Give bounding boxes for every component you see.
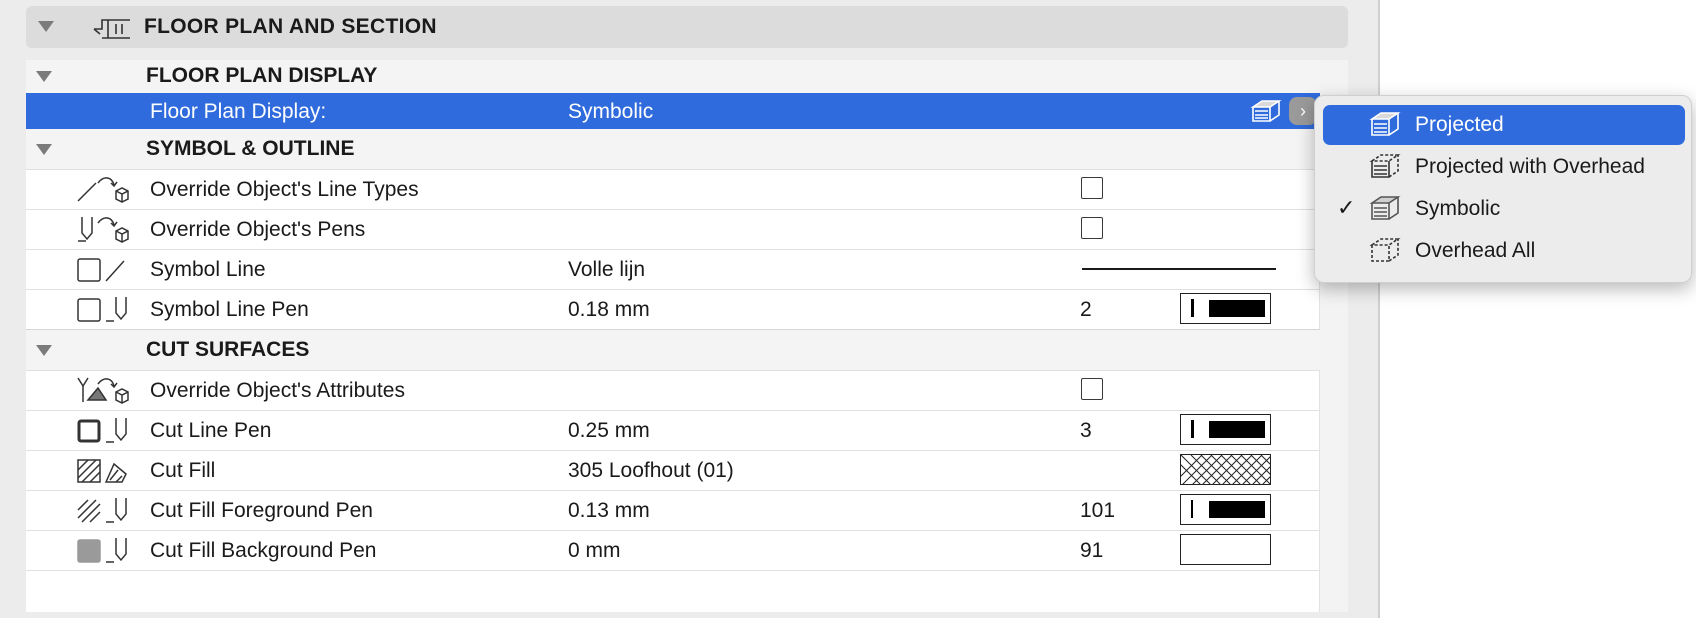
row-label: Floor Plan Display: — [150, 100, 327, 123]
disclosure-triangle-icon[interactable] — [38, 21, 54, 32]
menu-item-overhead-all[interactable]: Overhead All — [1323, 231, 1685, 271]
settings-pane: FLOOR PLAN AND SECTION FLOOR PLAN DISPLA… — [0, 0, 1378, 618]
preview-pane — [1378, 0, 1696, 618]
row-cut-fill[interactable]: Cut Fill 305 Loofhout (01) — [26, 450, 1320, 491]
disclosure-triangle-icon[interactable] — [36, 345, 52, 356]
pen-number: 2 — [1080, 298, 1092, 321]
menu-item-label: Projected with Overhead — [1415, 155, 1645, 178]
chevron-right-icon[interactable]: › — [1289, 97, 1317, 125]
section-title: CUT SURFACES — [146, 338, 310, 361]
row-override-line-types[interactable]: Override Object's Line Types — [26, 169, 1320, 210]
row-label: Symbol Line Pen — [150, 298, 309, 321]
row-label: Override Object's Pens — [150, 218, 366, 241]
menu-item-symbolic[interactable]: ✓ Symbolic — [1323, 189, 1685, 229]
row-value: 0.13 mm — [568, 499, 650, 522]
row-value: 0 mm — [568, 539, 621, 562]
pen-override-icon — [76, 215, 130, 249]
row-value: Symbolic — [568, 100, 654, 123]
row-value: Volle lijn — [568, 258, 646, 281]
pen-color-swatch[interactable] — [1180, 414, 1271, 445]
menu-item-projected[interactable]: Projected — [1323, 105, 1685, 145]
pen-number: 91 — [1080, 539, 1104, 562]
section-title: FLOOR PLAN AND SECTION — [144, 15, 437, 38]
section-title: FLOOR PLAN DISPLAY — [146, 64, 378, 87]
pen-color-swatch[interactable] — [1180, 534, 1271, 565]
floor-plan-section-icon — [92, 16, 132, 47]
row-cut-fill-foreground-pen[interactable]: Cut Fill Foreground Pen 0.13 mm 101 — [26, 490, 1320, 531]
symbol-line-pen-icon — [76, 295, 130, 329]
properties-panel: FLOOR PLAN DISPLAY Floor Plan Display: S… — [26, 60, 1348, 612]
attributes-override-icon — [76, 376, 130, 410]
pen-number: 101 — [1080, 499, 1116, 522]
line-type-override-icon — [76, 175, 130, 209]
override-attributes-checkbox[interactable] — [1081, 378, 1103, 400]
disclosure-triangle-icon[interactable] — [36, 144, 52, 155]
row-override-attributes[interactable]: Override Object's Attributes — [26, 370, 1320, 411]
row-value: 0.18 mm — [568, 298, 650, 321]
foreground-pen-icon — [76, 496, 130, 530]
menu-item-label: Projected — [1415, 113, 1504, 136]
line-type-sample[interactable] — [1082, 268, 1276, 270]
pen-number: 3 — [1080, 419, 1092, 442]
checkmark-icon: ✓ — [1337, 195, 1356, 220]
section-symbol-outline[interactable]: SYMBOL & OUTLINE — [26, 129, 1320, 170]
row-label: Cut Line Pen — [150, 419, 272, 442]
row-value: 305 Loofhout (01) — [568, 459, 734, 482]
row-cut-line-pen[interactable]: Cut Line Pen 0.25 mm 3 — [26, 410, 1320, 451]
row-override-pens[interactable]: Override Object's Pens — [26, 209, 1320, 250]
row-label: Override Object's Attributes — [150, 379, 405, 402]
row-floor-plan-display[interactable]: Floor Plan Display: Symbolic › — [26, 93, 1320, 130]
fill-pattern-swatch[interactable] — [1180, 454, 1271, 485]
menu-item-label: Symbolic — [1415, 197, 1501, 220]
projected-with-overhead-icon — [1369, 151, 1401, 187]
row-label: Override Object's Line Types — [150, 178, 419, 201]
cut-fill-icon — [76, 456, 130, 490]
section-floor-plan-display[interactable]: FLOOR PLAN DISPLAY — [26, 60, 1320, 94]
menu-item-label: Overhead All — [1415, 239, 1536, 262]
row-label: Cut Fill — [150, 459, 216, 482]
menu-item-projected-with-overhead[interactable]: Projected with Overhead — [1323, 147, 1685, 187]
symbolic-icon — [1369, 193, 1401, 229]
projected-icon — [1369, 109, 1401, 145]
background-pen-icon — [76, 536, 130, 570]
symbol-line-icon — [76, 255, 130, 289]
overhead-all-icon — [1369, 235, 1401, 271]
pen-color-swatch[interactable] — [1180, 293, 1271, 324]
row-label: Cut Fill Background Pen — [150, 539, 377, 562]
cut-line-pen-icon — [76, 416, 130, 450]
floor-plan-display-menu: Projected Projected with Overhead ✓ Symb… — [1314, 95, 1692, 283]
row-label: Symbol Line — [150, 258, 266, 281]
override-pens-checkbox[interactable] — [1081, 217, 1103, 239]
section-header-floor-plan-and-section[interactable]: FLOOR PLAN AND SECTION — [26, 6, 1348, 48]
row-value: 0.25 mm — [568, 419, 650, 442]
disclosure-triangle-icon[interactable] — [36, 71, 52, 82]
pen-color-swatch[interactable] — [1180, 494, 1271, 525]
symbolic-display-icon — [1250, 97, 1282, 131]
row-symbol-line-pen[interactable]: Symbol Line Pen 0.18 mm 2 — [26, 289, 1320, 331]
row-label: Cut Fill Foreground Pen — [150, 499, 373, 522]
row-symbol-line[interactable]: Symbol Line Volle lijn — [26, 249, 1320, 290]
section-cut-surfaces[interactable]: CUT SURFACES — [26, 330, 1320, 371]
override-line-types-checkbox[interactable] — [1081, 177, 1103, 199]
section-title: SYMBOL & OUTLINE — [146, 137, 355, 160]
row-cut-fill-background-pen[interactable]: Cut Fill Background Pen 0 mm 91 — [26, 530, 1320, 571]
